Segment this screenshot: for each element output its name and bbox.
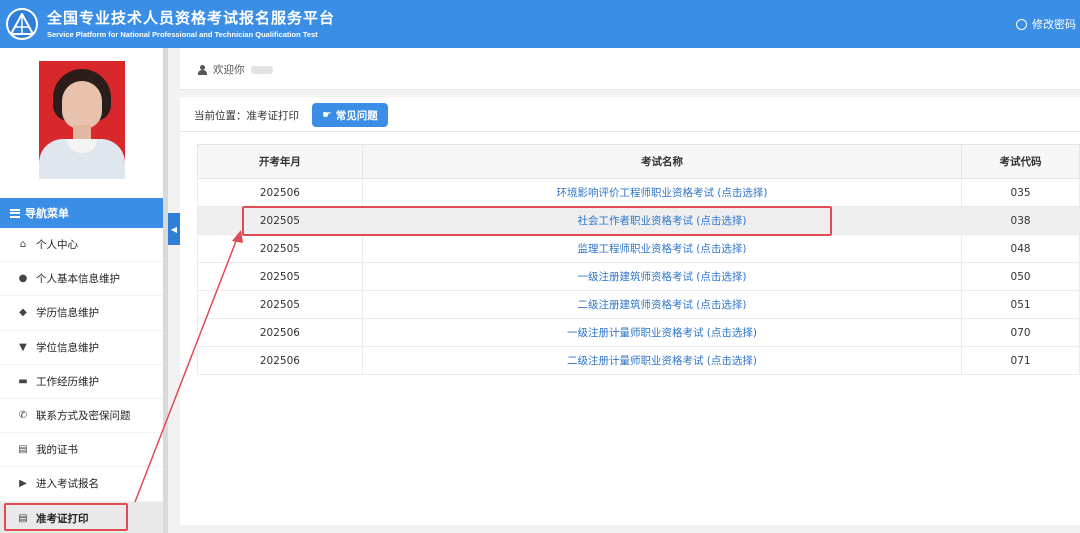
sidebar-item[interactable]: ▤ 我的证书 — [0, 433, 163, 468]
column-header-exam-month: 开考年月 — [197, 144, 363, 179]
exam-name-link[interactable]: 一级注册计量师职业资格考试 (点击选择) — [361, 318, 963, 347]
sidebar-item-label: 个人中心 — [36, 239, 78, 252]
sidebar-divider — [163, 48, 168, 533]
exam-code-cell: 038 — [961, 206, 1080, 235]
exam-month-cell: 202505 — [197, 262, 363, 291]
sidebar-item-label: 学历信息维护 — [36, 307, 99, 320]
sidebar-item-label: 进入考试报名 — [36, 478, 99, 491]
sidebar-item-label: 我的证书 — [36, 444, 78, 457]
sidebar-item[interactable]: ◆ 学历信息维护 — [0, 296, 163, 331]
exam-name-link[interactable]: 监理工程师职业资格考试 (点击选择) — [361, 234, 963, 263]
table-row: 202506 环境影响评价工程师职业资格考试 (点击选择) 035 — [197, 178, 1080, 207]
sidebar-item-label: 工作经历维护 — [36, 375, 99, 388]
phone-icon: ✆ — [18, 410, 28, 422]
sidebar-item[interactable]: ✆ 联系方式及密保问题 — [0, 399, 163, 434]
column-header-exam-name: 考试名称 — [361, 144, 963, 179]
table-row: 202505 监理工程师职业资格考试 (点击选择) 048 — [197, 234, 1080, 263]
platform-logo-icon — [10, 13, 34, 35]
top-header: 全国专业技术人员资格考试报名服务平台 Service Platform for … — [0, 0, 1080, 48]
home-icon: ⌂ — [19, 239, 27, 251]
table-row: 202506 二级注册计量师职业资格考试 (点击选择) 071 — [197, 346, 1080, 375]
exam-name-link[interactable]: 环境影响评价工程师职业资格考试 (点击选择) — [361, 178, 963, 207]
sidebar-item[interactable]: ▼ 学位信息维护 — [0, 331, 163, 365]
main-content: 当前位置：准考证打印 ☛ 常见问题 开考年月 考试名称 考试代码 202506 环… — [180, 97, 1080, 525]
sidebar-collapse-button[interactable]: ◀ — [168, 213, 180, 245]
column-header-exam-code: 考试代码 — [961, 144, 1080, 179]
briefcase-icon: ▬ — [18, 375, 28, 387]
welcome-text: 欢迎你 — [213, 64, 245, 76]
platform-logo — [6, 8, 38, 40]
sidebar-item-label: 联系方式及密保问题 — [36, 410, 131, 423]
nav-list: ⌂ 个人中心 ● 个人基本信息维护 ◆ 学历信息维护 ▼ 学位信息维护 ▬ 工作经历维护 ✆ 联系方式… — [0, 228, 163, 533]
platform-title: 全国专业技术人员资格考试报名服务平台 — [47, 9, 336, 27]
settings-icon — [1016, 18, 1027, 30]
table-header-row: 开考年月 考试名称 考试代码 — [197, 144, 1080, 179]
user-icon — [198, 64, 207, 75]
exam-name-link[interactable]: 一级注册建筑师资格考试 (点击选择) — [361, 262, 963, 291]
exam-code-cell: 070 — [961, 318, 1080, 347]
sidebar: 导航菜单 ⌂ 个人中心 ● 个人基本信息维护 ◆ 学历信息维护 ▼ 学位信息维护 ▬ 工作经历维护… — [0, 48, 163, 533]
annotation-highlight-nav — [4, 503, 128, 531]
table-row: 202505 二级注册建筑师资格考试 (点击选择) 051 — [197, 290, 1080, 319]
sidebar-item[interactable]: ▬ 工作经历维护 — [0, 365, 163, 399]
exam-code-cell: 071 — [961, 346, 1080, 375]
play-circle-icon: ▶ — [19, 478, 27, 490]
blurred-username — [250, 65, 273, 74]
exam-month-cell: 202506 — [197, 318, 363, 347]
annotation-highlight-row — [242, 206, 832, 236]
exam-code-cell: 051 — [961, 290, 1080, 319]
welcome-bar: 欢迎你 — [180, 48, 1080, 90]
exam-month-cell: 202506 — [197, 178, 363, 207]
degree-icon: ▼ — [19, 341, 27, 353]
exam-code-cell: 035 — [961, 178, 1080, 207]
breadcrumb-bar: 当前位置：准考证打印 ☛ 常见问题 — [180, 97, 1080, 132]
welcome-message: 欢迎你 — [198, 62, 273, 77]
exam-month-cell: 202505 — [197, 290, 363, 319]
exam-name-link[interactable]: 二级注册建筑师资格考试 (点击选择) — [361, 290, 963, 319]
sidebar-item-label: 个人基本信息维护 — [36, 273, 120, 286]
faq-button-label: 常见问题 — [335, 109, 378, 122]
user-avatar-photo — [39, 61, 125, 179]
change-password-link[interactable]: 修改密码 — [1016, 16, 1080, 32]
table-row: 202506 一级注册计量师职业资格考试 (点击选择) 070 — [197, 318, 1080, 347]
exam-code-cell: 048 — [961, 234, 1080, 263]
table-row: 202505 一级注册建筑师资格考试 (点击选择) 050 — [197, 262, 1080, 291]
user-icon: ● — [18, 273, 28, 285]
faq-button[interactable]: ☛ 常见问题 — [312, 103, 388, 127]
change-password-label: 修改密码 — [1032, 18, 1076, 31]
breadcrumb: 当前位置：准考证打印 — [194, 110, 299, 122]
certificate-icon: ▤ — [18, 444, 28, 456]
nav-menu-title: 导航菜单 — [25, 207, 69, 220]
graduation-cap-icon: ◆ — [19, 307, 27, 319]
nav-menu-header: 导航菜单 — [0, 198, 163, 228]
sidebar-item[interactable]: ● 个人基本信息维护 — [0, 262, 163, 297]
menu-icon — [10, 208, 20, 218]
sidebar-item-label: 学位信息维护 — [36, 341, 99, 354]
hand-pointer-icon: ☛ — [322, 109, 332, 121]
exam-table: 开考年月 考试名称 考试代码 202506 环境影响评价工程师职业资格考试 (点击… — [197, 144, 1080, 375]
platform-subtitle: Service Platform for National Profession… — [47, 30, 318, 39]
exam-month-cell: 202506 — [197, 346, 363, 375]
exam-code-cell: 050 — [961, 262, 1080, 291]
sidebar-item[interactable]: ⌂ 个人中心 — [0, 228, 163, 263]
sidebar-item[interactable]: ▶ 进入考试报名 — [0, 467, 163, 502]
exam-month-cell: 202505 — [197, 234, 363, 263]
exam-name-link[interactable]: 二级注册计量师职业资格考试 (点击选择) — [361, 346, 963, 375]
